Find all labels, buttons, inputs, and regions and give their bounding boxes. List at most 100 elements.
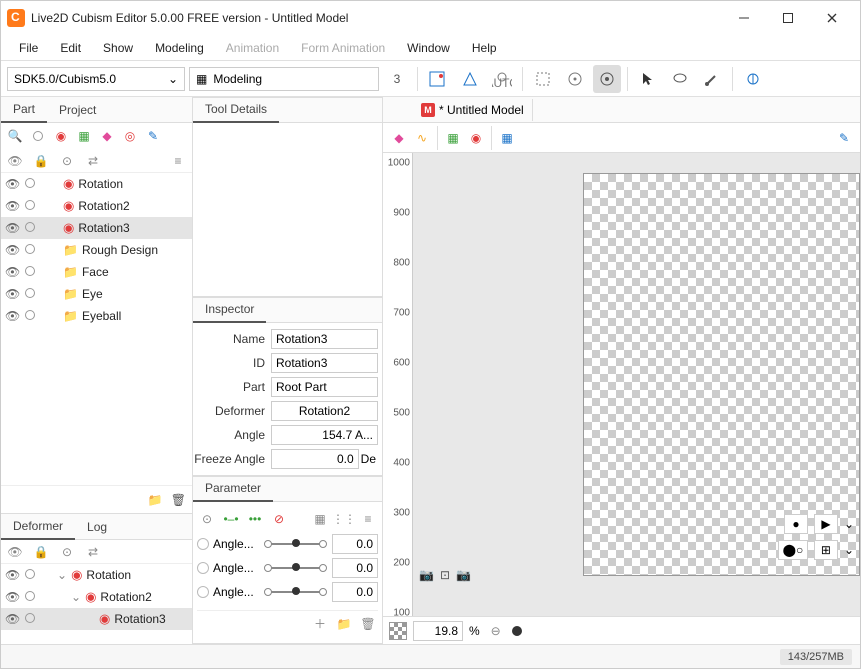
toggle-button[interactable]: ⬤○: [778, 540, 808, 560]
def-lock-icon[interactable]: 🔒: [31, 542, 51, 562]
visibility-icon[interactable]: 👁: [5, 612, 19, 626]
deformer-row-rotation3[interactable]: 👁◉Rotation3: [1, 608, 192, 630]
menu-window[interactable]: Window: [397, 38, 460, 58]
visibility-icon[interactable]: 👁: [5, 287, 19, 301]
def-visibility-icon[interactable]: 👁: [5, 542, 25, 562]
tab-deformer[interactable]: Deformer: [1, 514, 75, 540]
param-row-0[interactable]: Angle...0.0: [197, 532, 378, 556]
expand-icon[interactable]: ⌄: [71, 590, 81, 604]
menu-edit[interactable]: Edit: [50, 38, 91, 58]
filter-rot2-icon[interactable]: ◎: [120, 126, 140, 146]
minimize-button[interactable]: [722, 3, 766, 33]
cvs-grid-icon[interactable]: ▦: [497, 128, 517, 148]
filter-rotation-icon[interactable]: ◉: [51, 126, 71, 146]
tab-part[interactable]: Part: [1, 97, 47, 123]
zoom-field[interactable]: 19.8: [413, 621, 463, 641]
play-icon[interactable]: ⊙: [57, 151, 77, 171]
param-pin-icon[interactable]: [197, 538, 209, 550]
filter-artmesh-icon[interactable]: ◆: [97, 126, 117, 146]
visibility-icon[interactable]: 👁: [5, 243, 19, 257]
menu-show[interactable]: Show: [93, 38, 143, 58]
param-slider[interactable]: [267, 591, 324, 593]
def-sync-icon[interactable]: ⇄: [83, 542, 103, 562]
lock-toggle-icon[interactable]: 🔒: [31, 151, 51, 171]
param-pin-icon[interactable]: [197, 586, 209, 598]
canvas-tab[interactable]: M * Untitled Model: [413, 99, 533, 121]
zoom-slider-thumb[interactable]: [512, 626, 522, 636]
insp-part-field[interactable]: Root Part: [271, 377, 378, 397]
mode-select[interactable]: ▦ Modeling: [189, 67, 379, 91]
deformer-row-rotation2[interactable]: 👁⌄◉Rotation2: [1, 586, 192, 608]
part-row-rotation3[interactable]: 👁◉Rotation3: [1, 217, 192, 239]
select-dot-icon[interactable]: [23, 612, 37, 626]
visibility-icon[interactable]: 👁: [5, 199, 19, 213]
part-row-rotation2[interactable]: 👁◉Rotation2: [1, 195, 192, 217]
parameter-tab[interactable]: Parameter: [193, 476, 273, 502]
param-slider[interactable]: [267, 567, 324, 569]
camera2-icon[interactable]: 📷: [456, 568, 471, 582]
select-dot-icon[interactable]: [23, 199, 37, 213]
param-value-field[interactable]: 0.0: [332, 558, 378, 578]
expand-icon[interactable]: ⌄: [57, 568, 67, 582]
select-dot-icon[interactable]: [23, 243, 37, 257]
cvs-pen-icon[interactable]: ✎: [834, 128, 854, 148]
play-chevron-icon[interactable]: ⌄: [844, 517, 854, 531]
visibility-icon[interactable]: 👁: [5, 221, 19, 235]
insp-freeze-field[interactable]: 0.0: [271, 449, 359, 469]
inspector-tab[interactable]: Inspector: [193, 297, 266, 323]
auto-mesh-tool-icon[interactable]: AUTO: [488, 65, 516, 93]
param-key2-icon[interactable]: •–•: [221, 509, 241, 529]
zoom-out-icon[interactable]: ⊖: [486, 621, 506, 641]
maximize-button[interactable]: [766, 3, 810, 33]
rotation-deformer-active-icon[interactable]: [593, 65, 621, 93]
sdk-select[interactable]: SDK5.0/Cubism5.0 ⌄: [7, 67, 185, 91]
param-grid-icon[interactable]: ⋮⋮: [334, 509, 354, 529]
cvs-rot-icon[interactable]: ◉: [466, 128, 486, 148]
param-trash-icon[interactable]: 🗑: [358, 614, 378, 634]
part-row-eye[interactable]: 👁📁Eye: [1, 283, 192, 305]
select-dot-icon[interactable]: [23, 590, 37, 604]
visibility-icon[interactable]: 👁: [5, 590, 19, 604]
texture-tool-icon[interactable]: [424, 65, 452, 93]
filter-glue-icon[interactable]: ✎: [143, 126, 163, 146]
cvs-warp-icon[interactable]: ▦: [443, 128, 463, 148]
visibility-toggle-icon[interactable]: 👁: [5, 151, 25, 171]
select-dot-icon[interactable]: [23, 221, 37, 235]
param-key3-icon[interactable]: •••: [245, 509, 265, 529]
visibility-icon[interactable]: 👁: [5, 265, 19, 279]
camera-icon[interactable]: 📷: [419, 568, 434, 582]
glue-tool-icon[interactable]: [739, 65, 767, 93]
record-button[interactable]: ●: [784, 514, 808, 534]
param-pin-icon[interactable]: [197, 562, 209, 574]
param-add-icon[interactable]: ＋: [310, 614, 330, 634]
part-row-rough-design[interactable]: 👁📁Rough Design: [1, 239, 192, 261]
insp-deformer-field[interactable]: Rotation2: [271, 401, 378, 421]
param-folder-icon[interactable]: 📁: [334, 614, 354, 634]
select-dot-icon[interactable]: [23, 265, 37, 279]
sync-icon[interactable]: ⇄: [83, 151, 103, 171]
param-row-2[interactable]: Angle...0.0: [197, 580, 378, 604]
menu-icon[interactable]: ≡: [168, 151, 188, 171]
select-dot-icon[interactable]: [23, 287, 37, 301]
menu-help[interactable]: Help: [462, 38, 507, 58]
snap-chevron-icon[interactable]: ⌄: [844, 543, 854, 557]
param-keydelete-icon[interactable]: ⊘: [269, 509, 289, 529]
insp-id-field[interactable]: Rotation3: [271, 353, 378, 373]
play-button[interactable]: ▶: [814, 514, 838, 534]
deformer-row-rotation[interactable]: 👁⌄◉Rotation: [1, 564, 192, 586]
cvs-artmesh-icon[interactable]: ◆: [389, 128, 409, 148]
select-dot-icon[interactable]: [23, 309, 37, 323]
snapshot-icon[interactable]: ⊡: [440, 568, 450, 582]
param-row-1[interactable]: Angle...0.0: [197, 556, 378, 580]
lasso-tool-icon[interactable]: [666, 65, 694, 93]
menu-file[interactable]: File: [9, 38, 48, 58]
part-row-rotation[interactable]: 👁◉Rotation: [1, 173, 192, 195]
visibility-icon[interactable]: 👁: [5, 309, 19, 323]
mesh-tool-icon[interactable]: [456, 65, 484, 93]
tab-project[interactable]: Project: [47, 98, 108, 122]
select-dot-icon[interactable]: [23, 568, 37, 582]
cvs-path-icon[interactable]: ∿: [412, 128, 432, 148]
visibility-icon[interactable]: 👁: [5, 568, 19, 582]
rotation-deformer-tool-icon[interactable]: [561, 65, 589, 93]
trash-icon[interactable]: 🗑: [171, 493, 186, 507]
